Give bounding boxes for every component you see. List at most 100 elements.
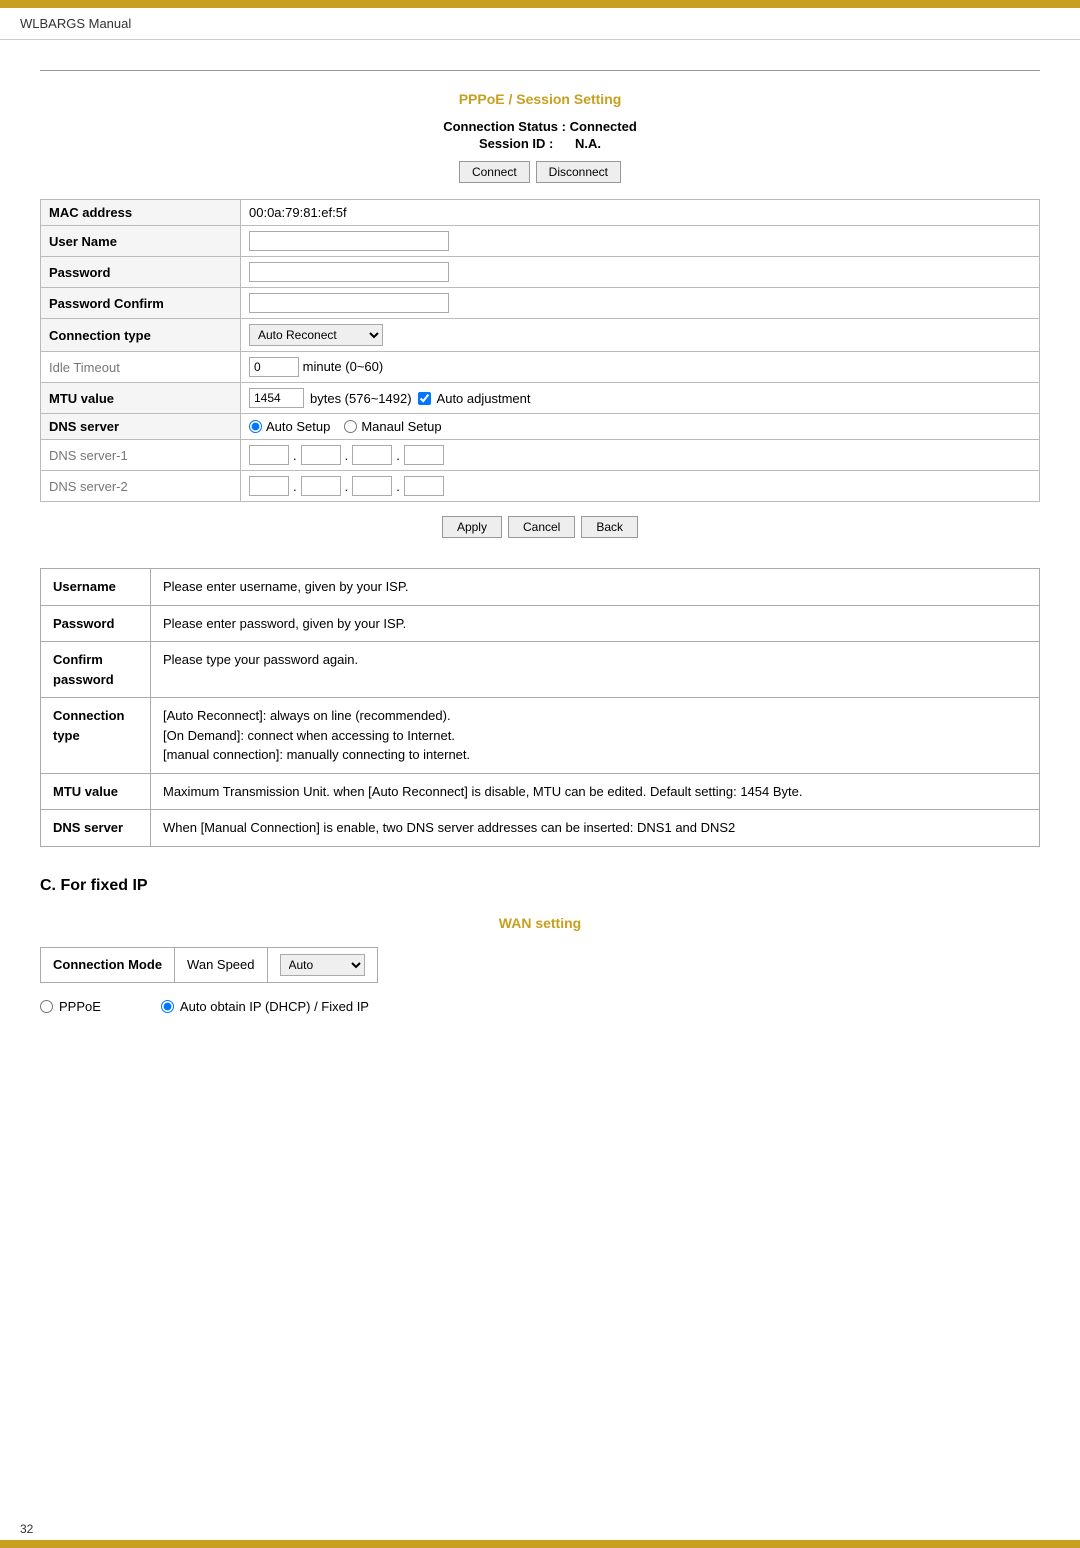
dns-server1-label: DNS server-1 [41,440,241,471]
password-label: Password [41,257,241,288]
help-table: Username Please enter username, given by… [40,568,1040,847]
connect-button[interactable]: Connect [459,161,530,183]
password-input[interactable] [249,262,449,282]
dns-manual-text: Manaul Setup [361,419,441,434]
dns-auto-text: Auto Setup [266,419,330,434]
help-desc-dns: When [Manual Connection] is enable, two … [151,810,1040,847]
cancel-button[interactable]: Cancel [508,516,575,538]
mac-address-row: MAC address 00:0a:79:81:ef:5f [41,200,1040,226]
password-confirm-row: Password Confirm [41,288,1040,319]
page-number: 32 [20,1522,33,1536]
pppoe-title: PPPoE / Session Setting [40,91,1040,107]
connect-buttons-group: Connect Disconnect [40,161,1040,183]
dns2-oct3[interactable] [352,476,392,496]
connection-status-line: Connection Status : Connected [40,119,1040,134]
dns-server1-cell: . . . [241,440,1040,471]
connection-type-row: Connection type Auto Reconect On Demand … [41,319,1040,352]
session-value: N.A. [575,136,601,151]
disconnect-button[interactable]: Disconnect [536,161,621,183]
dns-server2-cell: . . . [241,471,1040,502]
password-cell [241,257,1040,288]
help-label-username: Username [41,569,151,606]
section-divider-top [40,70,1040,71]
dns1-oct4[interactable] [404,445,444,465]
dns2-oct2[interactable] [301,476,341,496]
manual-title: WLBARGS Manual [20,16,131,31]
mtu-cell: bytes (576~1492) Auto adjustment [241,383,1040,414]
dns1-oct1[interactable] [249,445,289,465]
session-label: Session ID : [479,136,553,151]
mac-address-label: MAC address [41,200,241,226]
idle-timeout-hint: minute (0~60) [303,359,384,374]
help-row-confirm: Confirmpassword Please type your passwor… [41,642,1040,698]
password-confirm-cell [241,288,1040,319]
user-name-label: User Name [41,226,241,257]
user-name-input[interactable] [249,231,449,251]
help-label-mtu: MTU value [41,773,151,810]
wan-setting-title: WAN setting [40,915,1040,931]
dns1-oct3[interactable] [352,445,392,465]
bottom-radio-row: PPPoE Auto obtain IP (DHCP) / Fixed IP [40,999,1040,1014]
dns-server-cell: Auto Setup Manaul Setup [241,414,1040,440]
idle-timeout-input[interactable] [249,357,299,377]
pppoe-radio[interactable] [40,1000,53,1013]
top-bar [0,0,1080,8]
wan-speed-select[interactable]: Auto 10M Half 10M Full 100M Half 100M Fu… [280,954,365,976]
help-desc-connection: [Auto Reconnect]: always on line (recomm… [151,698,1040,774]
fixed-ip-title: C. For fixed IP [40,877,1040,895]
dns-radio-group: Auto Setup Manaul Setup [249,419,1031,434]
mtu-auto-checkbox[interactable] [418,392,431,405]
help-label-confirm: Confirmpassword [41,642,151,698]
wan-speed-label: Wan Speed [175,947,267,982]
mtu-label: MTU value [41,383,241,414]
dns-server1-row: DNS server-1 . . . [41,440,1040,471]
dns-auto-label[interactable]: Auto Setup [249,419,330,434]
help-label-password: Password [41,605,151,642]
connection-type-cell: Auto Reconect On Demand Manual Connectio… [241,319,1040,352]
mtu-auto-label: Auto adjustment [437,391,531,406]
user-name-row: User Name [41,226,1040,257]
help-row-password: Password Please enter password, given by… [41,605,1040,642]
help-label-connection: Connectiontype [41,698,151,774]
dns-manual-label[interactable]: Manaul Setup [344,419,441,434]
bottom-bar [0,1540,1080,1548]
idle-timeout-cell: minute (0~60) [241,352,1040,383]
wan-table: Connection Mode Wan Speed Auto 10M Half … [40,947,378,983]
password-confirm-label: Password Confirm [41,288,241,319]
apply-button[interactable]: Apply [442,516,502,538]
connection-status-block: Connection Status : Connected Session ID… [40,119,1040,151]
dns-server-label: DNS server [41,414,241,440]
dhcp-radio[interactable] [161,1000,174,1013]
dns1-oct2[interactable] [301,445,341,465]
password-confirm-input[interactable] [249,293,449,313]
user-name-cell [241,226,1040,257]
status-label: Connection Status : [443,119,566,134]
pppoe-radio-label[interactable]: PPPoE [40,999,101,1014]
mac-address-value: 00:0a:79:81:ef:5f [241,200,1040,226]
status-value: Connected [570,119,637,134]
help-row-mtu: MTU value Maximum Transmission Unit. whe… [41,773,1040,810]
idle-timeout-label: Idle Timeout [41,352,241,383]
pppoe-radio-text: PPPoE [59,999,101,1014]
mtu-row: MTU value bytes (576~1492) Auto adjustme… [41,383,1040,414]
help-row-connection: Connectiontype [Auto Reconnect]: always … [41,698,1040,774]
dns2-oct1[interactable] [249,476,289,496]
help-label-dns: DNS server [41,810,151,847]
back-button[interactable]: Back [581,516,638,538]
dns-server-row: DNS server Auto Setup Manaul Setup [41,414,1040,440]
dns-auto-radio[interactable] [249,420,262,433]
help-desc-confirm: Please type your password again. [151,642,1040,698]
help-desc-password: Please enter password, given by your ISP… [151,605,1040,642]
dns2-oct4[interactable] [404,476,444,496]
mtu-row-inner: bytes (576~1492) Auto adjustment [249,388,1031,408]
password-row: Password [41,257,1040,288]
mtu-input[interactable] [249,388,304,408]
wan-table-row: Connection Mode Wan Speed Auto 10M Half … [41,947,378,982]
dns-server2-row: DNS server-2 . . . [41,471,1040,502]
dns-manual-radio[interactable] [344,420,357,433]
form-buttons: Apply Cancel Back [40,516,1040,538]
help-row-dns: DNS server When [Manual Connection] is e… [41,810,1040,847]
dns1-inputs: . . . [249,445,1031,465]
connection-type-select[interactable]: Auto Reconect On Demand Manual Connectio… [249,324,383,346]
dhcp-radio-label[interactable]: Auto obtain IP (DHCP) / Fixed IP [161,999,369,1014]
